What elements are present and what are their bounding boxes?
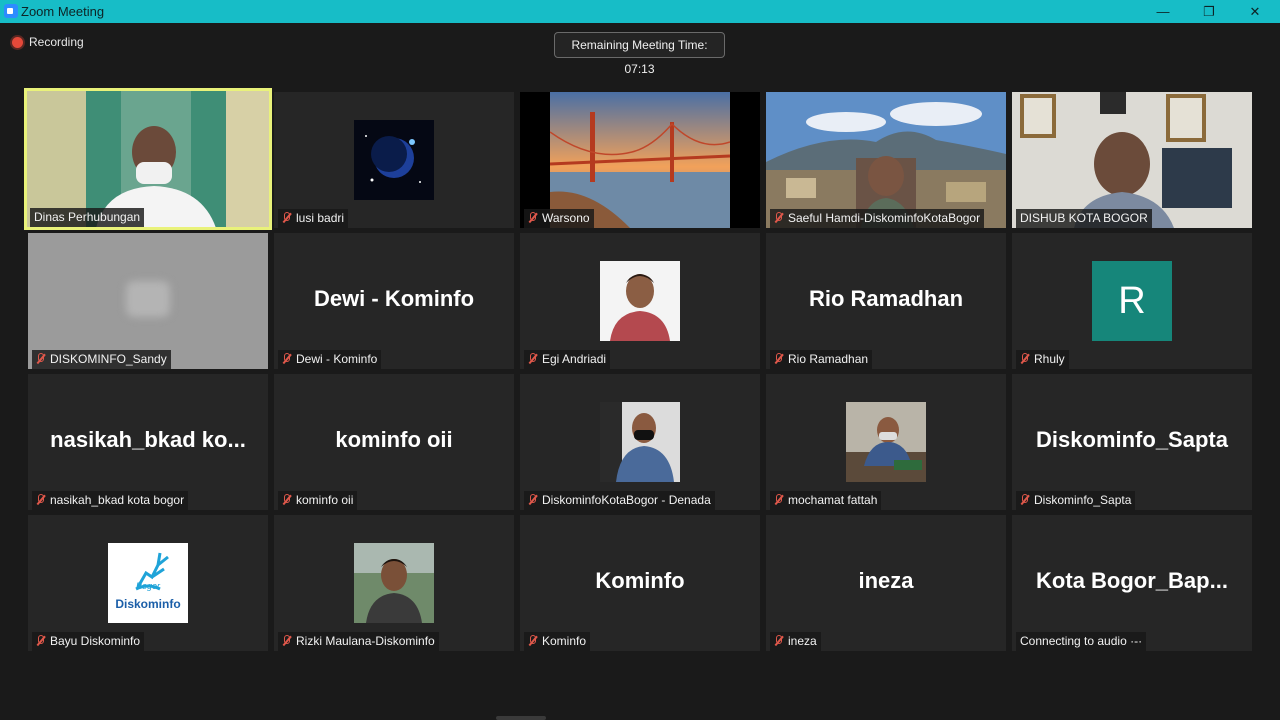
video-tile-warsono[interactable]: Warsono (520, 92, 760, 228)
participant-display-name: Dewi - Kominfo (313, 286, 475, 311)
participant-display-name: Diskominfo_Sapta (1036, 427, 1228, 452)
profile-picture (600, 402, 680, 482)
window-title: Zoom Meeting (21, 4, 105, 19)
muted-mic-icon (1020, 494, 1029, 505)
recording-label: Recording (29, 35, 84, 49)
zoom-app-icon (4, 4, 18, 18)
muted-mic-icon (282, 635, 291, 646)
muted-mic-icon (528, 635, 537, 646)
video-tile-bayu-diskominfo[interactable]: Bogor Diskominfo Bayu Diskominfo (28, 515, 268, 651)
video-tile-kominfo-oii[interactable]: kominfo oii kominfo oii (274, 374, 514, 510)
participant-video (28, 233, 268, 369)
profile-picture (354, 120, 434, 200)
title-bar: Zoom Meeting — ❐ ✕ (0, 0, 1280, 23)
muted-mic-icon (774, 212, 783, 223)
video-tile-diskominfo-sandy[interactable]: DISKOMINFO_Sandy (28, 233, 268, 369)
participant-name-label: Warsono (524, 209, 594, 228)
participant-name-label: Rizki Maulana-Diskominfo (278, 632, 439, 651)
video-tile-lusi-badri[interactable]: lusi badri (274, 92, 514, 228)
participant-name-label: mochamat fattah (770, 491, 882, 510)
muted-mic-icon (774, 635, 783, 646)
participant-display-name: nasikah_bkad ko... (50, 427, 246, 452)
remaining-meeting-time: Remaining Meeting Time: 07:13 (554, 32, 725, 76)
participant-name-label: DISKOMINFO_Sandy (32, 350, 171, 369)
muted-mic-icon (774, 353, 783, 364)
video-tile-dinas-perhubungan[interactable]: Dinas Perhubungan (24, 88, 272, 230)
logo-text: Diskominfo (115, 597, 181, 611)
video-tile-kominfo[interactable]: Kominfo Kominfo (520, 515, 760, 651)
profile-picture (600, 261, 680, 341)
participant-display-name: ineza (858, 568, 914, 593)
muted-mic-icon (36, 494, 45, 505)
diskominfo-logo: Bogor Diskominfo (108, 543, 188, 623)
participant-video (766, 92, 1006, 228)
video-tile-denada[interactable]: DiskominfoKotaBogor - Denada (520, 374, 760, 510)
muted-mic-icon (1020, 353, 1029, 364)
video-tile-dishub-kota-bogor[interactable]: DISHUB KOTA BOGOR (1012, 92, 1252, 228)
minimize-button[interactable]: — (1140, 0, 1186, 23)
participant-display-name: kominfo oii (335, 427, 453, 452)
participant-name-label: DISHUB KOTA BOGOR (1016, 209, 1152, 228)
video-tile-kota-bogor-bap[interactable]: Kota Bogor_Bap... Connecting to audio ·-… (1012, 515, 1252, 651)
video-tile-saeful-hamdi[interactable]: Saeful Hamdi-DiskominfoKotaBogor (766, 92, 1006, 228)
video-tile-rizki-maulana[interactable]: Rizki Maulana-Diskominfo (274, 515, 514, 651)
participant-name-label: lusi badri (278, 209, 349, 228)
video-tile-mochamat-fattah[interactable]: mochamat fattah (766, 374, 1006, 510)
video-tile-nasikah-bkad[interactable]: nasikah_bkad ko... nasikah_bkad kota bog… (28, 374, 268, 510)
muted-mic-icon (528, 353, 537, 364)
toolbar-handle[interactable] (496, 716, 546, 720)
profile-picture (846, 402, 926, 482)
avatar: R (1092, 261, 1172, 341)
participant-name-label: Diskominfo_Sapta (1016, 491, 1136, 510)
participant-name-label: Saeful Hamdi-DiskominfoKotaBogor (770, 209, 985, 228)
muted-mic-icon (774, 494, 783, 505)
participant-status-label: Connecting to audio ·-· (1016, 632, 1147, 651)
video-tile-diskominfo-sapta[interactable]: Diskominfo_Sapta Diskominfo_Sapta (1012, 374, 1252, 510)
video-tile-ineza[interactable]: ineza ineza (766, 515, 1006, 651)
participant-name-label: Bayu Diskominfo (32, 632, 145, 651)
participant-name-label: kominfo oii (278, 491, 358, 510)
participant-name-label: ineza (770, 632, 821, 651)
muted-mic-icon (36, 353, 45, 364)
recording-dot-icon (12, 37, 23, 48)
video-tile-egi-andriadi[interactable]: Egi Andriadi (520, 233, 760, 369)
close-button[interactable]: ✕ (1232, 0, 1278, 23)
participant-name-label: Rio Ramadhan (770, 350, 873, 369)
participant-display-name: Rio Ramadhan (808, 286, 964, 311)
video-tile-rhuly[interactable]: R Rhuly (1012, 233, 1252, 369)
participant-video (1012, 92, 1252, 228)
participant-display-name: Kominfo (595, 568, 685, 593)
participant-video (550, 92, 730, 228)
muted-mic-icon (282, 494, 291, 505)
maximize-button[interactable]: ❐ (1186, 0, 1232, 23)
muted-mic-icon (282, 212, 291, 223)
muted-mic-icon (528, 212, 537, 223)
participant-name-label: Dewi - Kominfo (278, 350, 382, 369)
participant-name-label: Egi Andriadi (524, 350, 611, 369)
participant-display-name: Kota Bogor_Bap... (1036, 568, 1228, 593)
recording-indicator[interactable]: Recording (12, 35, 84, 51)
participant-name-label: Kominfo (524, 632, 591, 651)
participant-name-label: Rhuly (1016, 350, 1069, 369)
video-tile-dewi-kominfo[interactable]: Dewi - Kominfo Dewi - Kominfo (274, 233, 514, 369)
participant-name-label: DiskominfoKotaBogor - Denada (524, 491, 715, 510)
profile-picture (354, 543, 434, 623)
muted-mic-icon (36, 635, 45, 646)
participant-name-label: Dinas Perhubungan (30, 208, 145, 227)
participant-name-label: nasikah_bkad kota bogor (32, 491, 189, 510)
muted-mic-icon (528, 494, 537, 505)
video-tile-rio-ramadhan[interactable]: Rio Ramadhan Rio Ramadhan (766, 233, 1006, 369)
muted-mic-icon (282, 353, 291, 364)
logo-subtext: Bogor (135, 581, 161, 591)
